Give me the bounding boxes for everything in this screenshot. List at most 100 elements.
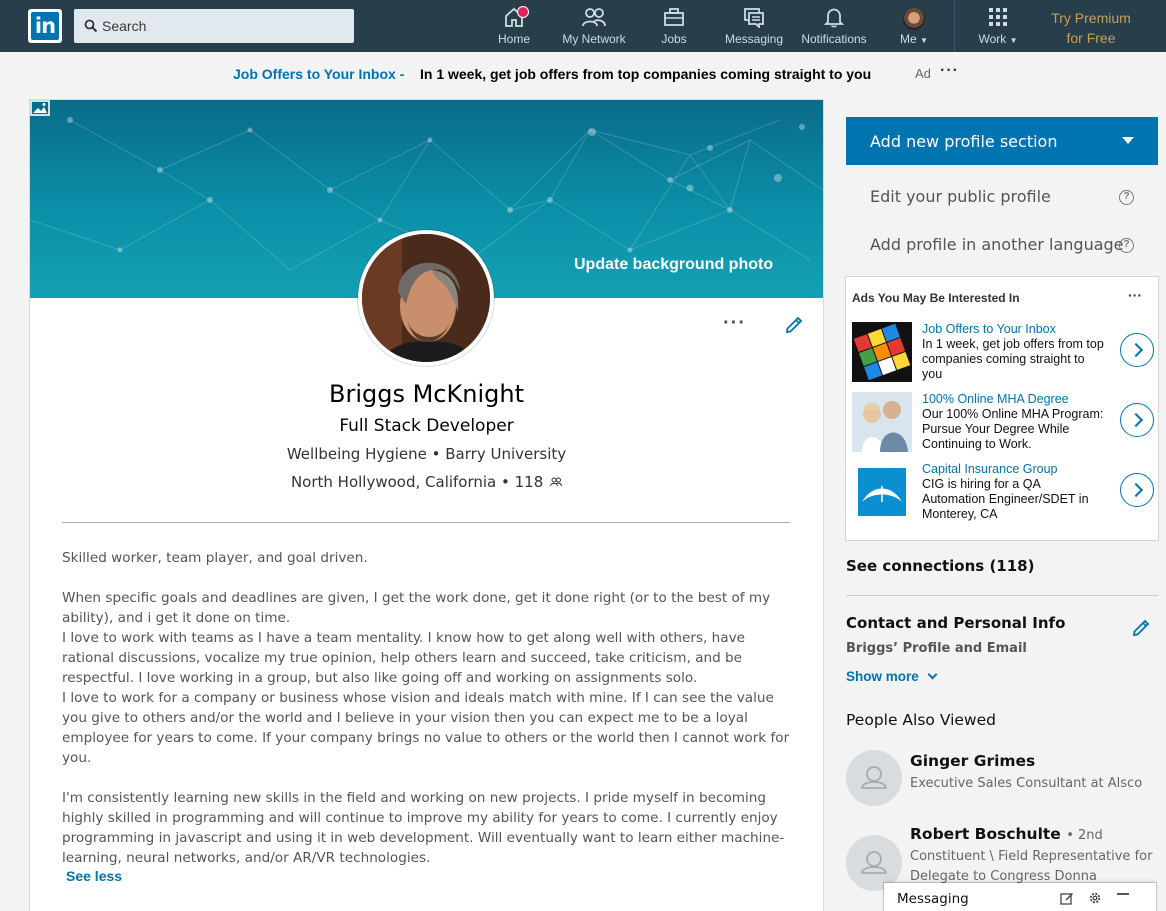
messaging-label[interactable]: Messaging: [897, 891, 969, 907]
chevron-down-icon: [927, 669, 938, 680]
nav-home-label: Home: [497, 32, 530, 46]
chevron-down-icon: ▼: [920, 36, 928, 45]
person-name: Robert Boschulte: [910, 825, 1061, 843]
chevron-right-icon[interactable]: [1120, 403, 1154, 437]
ad-more-button[interactable]: ···: [940, 62, 959, 80]
profile-card: Update background photo ··· Briggs McKni…: [30, 100, 823, 911]
image-icon[interactable]: [30, 100, 50, 116]
nav-work-label: Work: [978, 32, 1007, 46]
messaging-icon: [744, 8, 764, 28]
profile-name: Briggs McKnight: [329, 380, 524, 408]
ad-label: Ad: [915, 66, 931, 81]
add-profile-language-link[interactable]: Add profile in another language: [870, 235, 1124, 254]
chevron-down-icon: ▼: [1009, 36, 1018, 45]
logo-text: in: [31, 12, 59, 40]
ad-item[interactable]: Capital Insurance Group CIG is hiring fo…: [852, 462, 1154, 524]
summary-spacer: [62, 568, 794, 588]
rail-divider: [846, 595, 1158, 596]
try-premium-link[interactable]: Try Premium for Free: [1030, 8, 1152, 48]
summary-paragraph: I love to work for a company or business…: [62, 690, 790, 766]
nav-jobs[interactable]: Jobs: [654, 6, 694, 50]
profile-location-text: North Hollywood, California • 118: [290, 473, 544, 491]
contact-info-subtitle: Briggs’ Profile and Email: [846, 641, 1027, 656]
avatar: [903, 8, 925, 30]
cig-logo: [852, 462, 912, 522]
messaging-bar[interactable]: Messaging: [884, 883, 1156, 911]
ad-banner[interactable]: Job Offers to Your Inbox - In 1 week, ge…: [0, 62, 1166, 86]
show-more-label: Show more: [846, 669, 919, 684]
pencil-icon[interactable]: [1131, 618, 1151, 638]
ad-banner-text[interactable]: In 1 week, get job offers from top compa…: [420, 66, 871, 82]
nav-messaging-label: Messaging: [724, 32, 784, 46]
minimize-icon[interactable]: [1116, 889, 1130, 903]
ad-banner-title[interactable]: Job Offers to Your Inbox -: [233, 66, 404, 82]
ad-item[interactable]: 100% Online MHA Degree Our 100% Online M…: [852, 392, 1154, 454]
grid-icon: [989, 8, 1007, 26]
summary-spacer: [62, 768, 794, 788]
ad-title[interactable]: Job Offers to Your Inbox: [922, 322, 1056, 336]
ad-title[interactable]: 100% Online MHA Degree: [922, 392, 1069, 406]
chevron-right-icon[interactable]: [1120, 333, 1154, 367]
nav-home[interactable]: Home: [491, 6, 537, 50]
people-photo: [852, 392, 912, 452]
premium-line-2: for Free: [1066, 30, 1116, 46]
nav-my-network[interactable]: My Network: [558, 6, 630, 50]
chevron-right-icon[interactable]: [1120, 473, 1154, 507]
bell-icon: [823, 8, 845, 28]
linkedin-logo[interactable]: in: [28, 9, 62, 43]
people-also-viewed-title: People Also Viewed: [846, 711, 996, 729]
summary-paragraph: I'm consistently learning new skills in …: [62, 790, 785, 866]
cig-logo-graphic: [852, 462, 912, 522]
contact-info-title: Contact and Personal Info: [846, 614, 1066, 632]
connections-icon[interactable]: [550, 477, 563, 487]
edit-public-profile-link[interactable]: Edit your public profile: [870, 187, 1051, 206]
ad-description: Our 100% Online MHA Program: Pursue Your…: [922, 407, 1104, 451]
help-icon[interactable]: ?: [1119, 238, 1134, 253]
show-more-link[interactable]: Show more: [846, 669, 938, 684]
profile-headline: Full Stack Developer: [339, 416, 514, 436]
pencil-icon[interactable]: [784, 315, 804, 335]
nav-messaging[interactable]: Messaging: [722, 6, 786, 50]
person-name[interactable]: Ginger Grimes: [910, 752, 1035, 770]
person-name-row[interactable]: Robert Boschulte • 2nd: [910, 825, 1103, 843]
premium-line-1: Try Premium: [1051, 10, 1131, 26]
search-icon: [84, 19, 98, 33]
person-item[interactable]: Ginger Grimes Executive Sales Consultant…: [846, 750, 1158, 810]
ghost-avatar: [846, 750, 902, 806]
ads-panel: Ads You May Be Interested In ··· Job Off…: [846, 277, 1158, 540]
ad-item[interactable]: Job Offers to Your Inbox In 1 week, get …: [852, 322, 1154, 384]
summary-paragraph: When specific goals and deadlines are gi…: [62, 590, 771, 626]
briefcase-icon: [664, 8, 684, 26]
help-icon[interactable]: ?: [1119, 190, 1134, 205]
add-section-label: Add new profile section: [870, 132, 1058, 151]
profile-photo[interactable]: [358, 230, 494, 366]
search-box[interactable]: [74, 9, 354, 43]
nav-notifications[interactable]: Notifications: [796, 6, 872, 50]
profile-company-school[interactable]: Wellbeing Hygiene • Barry University: [30, 445, 823, 463]
search-input[interactable]: [102, 9, 342, 43]
see-connections-link[interactable]: See connections (118): [846, 557, 1034, 575]
compose-icon[interactable]: [1060, 891, 1074, 905]
ad-description: CIG is hiring for a QA Automation Engine…: [922, 477, 1089, 521]
gear-icon[interactable]: [1088, 891, 1102, 905]
nav-work[interactable]: Work ▼: [974, 6, 1022, 50]
nav-jobs-label: Jobs: [661, 32, 687, 46]
notification-badge: [517, 6, 529, 18]
section-divider: [62, 522, 790, 523]
update-background-photo-link[interactable]: Update background photo: [574, 256, 773, 274]
rubiks-cube-graphic: [852, 322, 912, 382]
profile-photo-image: [362, 234, 490, 362]
nav-notifications-label: Notifications: [801, 32, 867, 46]
person-icon: [861, 766, 887, 789]
nav-me[interactable]: Me ▼: [896, 6, 932, 50]
see-less-link[interactable]: See less: [66, 868, 122, 884]
people-graphic: [852, 392, 912, 452]
add-profile-section-button[interactable]: Add new profile section: [846, 117, 1158, 165]
ad-title[interactable]: Capital Insurance Group: [922, 462, 1058, 476]
summary-paragraph: I love to work with teams as I have a te…: [62, 630, 746, 686]
more-actions-button[interactable]: ···: [723, 312, 746, 335]
nav-divider: [954, 0, 955, 52]
portrait: [362, 234, 490, 362]
ads-more-button[interactable]: ···: [1128, 287, 1142, 303]
network-icon: [582, 8, 606, 27]
